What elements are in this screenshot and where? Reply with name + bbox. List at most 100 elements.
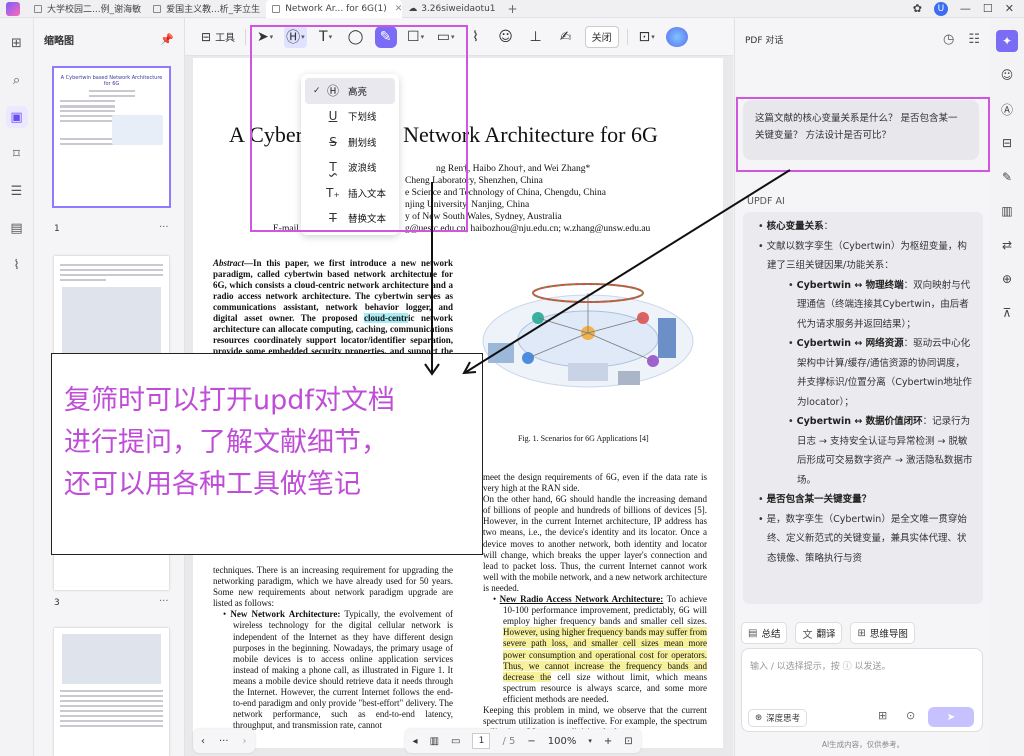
thumbnail-page-1[interactable]: A Cybertwin based Network Architecture f… (52, 66, 171, 208)
ai-chat-icon[interactable]: ✦ (996, 30, 1018, 52)
send-icon: ➤ (946, 711, 956, 723)
toolbox-icon: ⊟ (201, 29, 212, 44)
deep-think-icon: ⊛ (755, 713, 763, 723)
bookmark-icon[interactable]: ⌑ (6, 143, 28, 165)
left-rail: ⊞ ⌕ ▣ ⌑ ☰ ▤ ⌇ (0, 18, 34, 756)
settings-icon[interactable]: ☷ (968, 32, 980, 47)
search-icon[interactable]: ⌕ (6, 69, 28, 91)
left-column-text: techniques. There is an increasing requi… (213, 565, 454, 731)
chevron-down-icon: ▾ (651, 32, 655, 41)
thumbnail-title: 缩略图 (44, 35, 74, 47)
bottom-nav-bar: ‹ ··· › ◂ ▥ ▭ 1 / 5 − 100% ▾ + ⊡ (185, 726, 733, 756)
prev-icon[interactable]: ‹ (201, 736, 205, 747)
maximize-icon[interactable]: ☐ (983, 2, 993, 15)
mindmap-icon: ⊞ (857, 627, 866, 639)
summarize-button[interactable]: ▤ 总结 (741, 622, 788, 644)
comment-icon[interactable]: ☰ (6, 180, 28, 202)
thumbnail-page-3[interactable] (54, 628, 169, 756)
translate-button[interactable]: 文翻译 (795, 622, 843, 644)
quick-actions: ▤ 总结 文翻译 ⊞ 思维导图 (741, 622, 915, 644)
page-more-icon[interactable]: ··· (159, 596, 169, 607)
edit-icon[interactable]: ✎ (996, 166, 1018, 188)
page-view-icon[interactable]: ▥ (430, 736, 439, 747)
tab-2[interactable]: 爱国主义教...析_李立生 (147, 0, 266, 18)
collapse-icon[interactable]: ◂ (413, 736, 418, 747)
fit-page-icon[interactable]: ⊡ (624, 736, 632, 747)
chevron-down-icon[interactable]: ▾ (588, 737, 592, 745)
deep-think-toggle[interactable]: ⊛ 深度思考 (748, 709, 808, 727)
convert-icon[interactable]: ⇄ (996, 234, 1018, 256)
page-total: / 5 (502, 735, 516, 747)
close-window-icon[interactable]: ✕ (1005, 2, 1014, 15)
next-icon[interactable]: › (243, 736, 247, 747)
gift-icon[interactable]: ✿ (913, 2, 922, 15)
lock-tool[interactable]: ⊡ ▾ (636, 26, 658, 48)
tab-1[interactable]: 大学校园二...例_谢海敏 (28, 0, 147, 18)
present-icon[interactable]: ⊼ (996, 302, 1018, 324)
signature-tool[interactable]: ✍ (555, 26, 577, 48)
ai-answer: • 核心变量关系： • 文献以数字孪生（Cybertwin）为枢纽变量，构建了三… (743, 212, 983, 604)
file-icon (272, 4, 281, 13)
minimize-icon[interactable]: — (960, 2, 971, 15)
lock-icon: ⊡ (638, 28, 651, 45)
pin-icon[interactable]: 📌 (160, 33, 174, 46)
annotation-callout: 复筛时可以打开updf对文档 进行提问，了解文献细节， 还可以用各种工具做笔记 (51, 353, 483, 555)
sticker-tool[interactable]: ☺ (495, 26, 517, 48)
title-bar: 大学校园二...例_谢海敏 爱国主义教...析_李立生 Network Ar..… (0, 0, 1024, 18)
ai-disclaimer: AI生成内容，仅供参考。 (821, 740, 905, 749)
zoom-in-icon[interactable]: + (604, 736, 612, 747)
send-button[interactable]: ➤ (928, 707, 974, 727)
more-icon[interactable]: ··· (219, 736, 229, 747)
translate-icon: 文 (802, 629, 813, 641)
thumbnails-icon[interactable]: ▣ (5, 106, 28, 128)
right-column-text: meet the design requirements of 6G, even… (483, 472, 707, 737)
screenshot-icon[interactable]: ⊙ (906, 709, 915, 722)
highlight-tool-annotation-box (250, 25, 468, 232)
history-icon[interactable]: ◷ (943, 32, 954, 47)
figure-caption: Fig. 1. Scenarios for 6G Applications [4… (518, 434, 649, 443)
right-rail: ✦ ☺ Ⓐ ⊟ ✎ ▥ ⇄ ⊕ ⊼ (990, 18, 1024, 756)
page-more-icon[interactable]: ··· (159, 222, 169, 233)
image-upload-icon[interactable]: ⊞ (878, 709, 887, 722)
close-toolbar-button[interactable]: 关闭 (584, 25, 619, 48)
chat-input[interactable]: 输入 / 以选择提示，按 ⓘ 以发送。 ⊛ 深度思考 ⊞ ⊙ ➤ (741, 648, 983, 732)
signature-icon: ✍ (559, 28, 572, 45)
file-icon (153, 4, 162, 13)
cyan-highlight[interactable]: cloud-centr (364, 313, 409, 323)
tab-3-active[interactable]: Network Ar... for 6G(1) ✕ (266, 0, 403, 18)
file-icon (34, 4, 42, 13)
zoom-level[interactable]: 100% (548, 736, 577, 747)
sticker-icon: ☺ (498, 28, 513, 45)
apps-grid-icon[interactable]: ⊞ (6, 32, 28, 54)
question-annotation-box (736, 97, 990, 172)
zoom-out-icon[interactable]: − (527, 736, 535, 747)
summary-icon: ▤ (748, 627, 758, 639)
tools-button[interactable]: ⊟ 工具 (199, 26, 237, 48)
cloud-icon: ☁ (408, 3, 418, 14)
figure-6g-scenarios (482, 283, 694, 388)
text-recognize-icon[interactable]: Ⓐ (996, 98, 1018, 120)
ai-label: UPDF AI (747, 196, 785, 207)
new-tab-icon[interactable]: + (508, 2, 518, 16)
display-icon[interactable]: ▭ (451, 736, 460, 747)
attachment-icon[interactable]: ⌇ (6, 254, 28, 276)
ocr-icon[interactable]: ⊟ (996, 132, 1018, 154)
app-logo-icon (6, 1, 20, 16)
page-number-3: 3 (54, 598, 60, 608)
mindmap-button[interactable]: ⊞ 思维导图 (850, 622, 915, 644)
pages-icon[interactable]: ▥ (996, 200, 1018, 222)
stamp-tool[interactable]: ⊥ (525, 26, 547, 48)
ai-assistant-icon[interactable] (665, 26, 688, 47)
paperclip-icon: ⌇ (472, 28, 479, 45)
avatar[interactable]: U (933, 1, 948, 16)
close-tab-icon[interactable]: ✕ (395, 4, 402, 14)
panel-title: PDF 对话 (745, 35, 784, 46)
stamp-icon: ⊥ (529, 28, 542, 45)
protect-icon[interactable]: ⊕ (996, 268, 1018, 290)
tab-4[interactable]: ☁ 3.26siweidaotu1 (402, 0, 501, 18)
page-number-1: 1 (54, 224, 60, 234)
page-number-input[interactable]: 1 (472, 733, 491, 749)
stamp-icon[interactable]: ▤ (6, 217, 28, 239)
chat-input-placeholder: 输入 / 以选择提示，按 ⓘ 以发送。 (750, 662, 891, 672)
emoji-icon[interactable]: ☺ (996, 64, 1018, 86)
